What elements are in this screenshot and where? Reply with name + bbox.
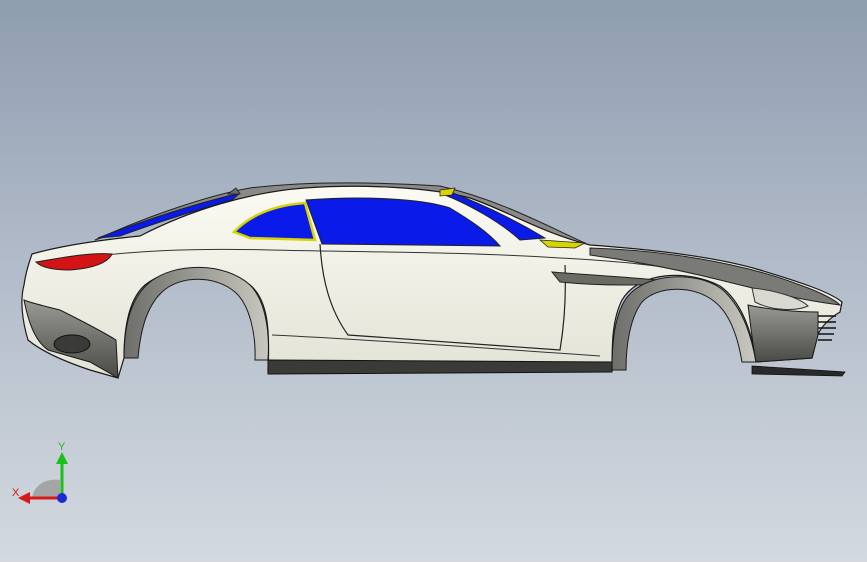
triad-plane [32,479,60,498]
car-body-model[interactable] [0,0,867,562]
coordinate-triad: Y X [12,441,68,504]
y-axis-label: Y [58,441,66,453]
side-skirt [267,359,613,375]
front-splitter [751,365,846,377]
side-mirror [226,187,241,195]
graphics-viewport[interactable]: Y X [0,0,867,562]
y-axis-arrow [56,452,68,464]
exhaust-tip [53,334,91,354]
front-bumper [747,304,819,363]
z-axis-dot [57,493,67,503]
x-axis-arrow [18,492,30,504]
x-axis-label: X [12,487,20,499]
